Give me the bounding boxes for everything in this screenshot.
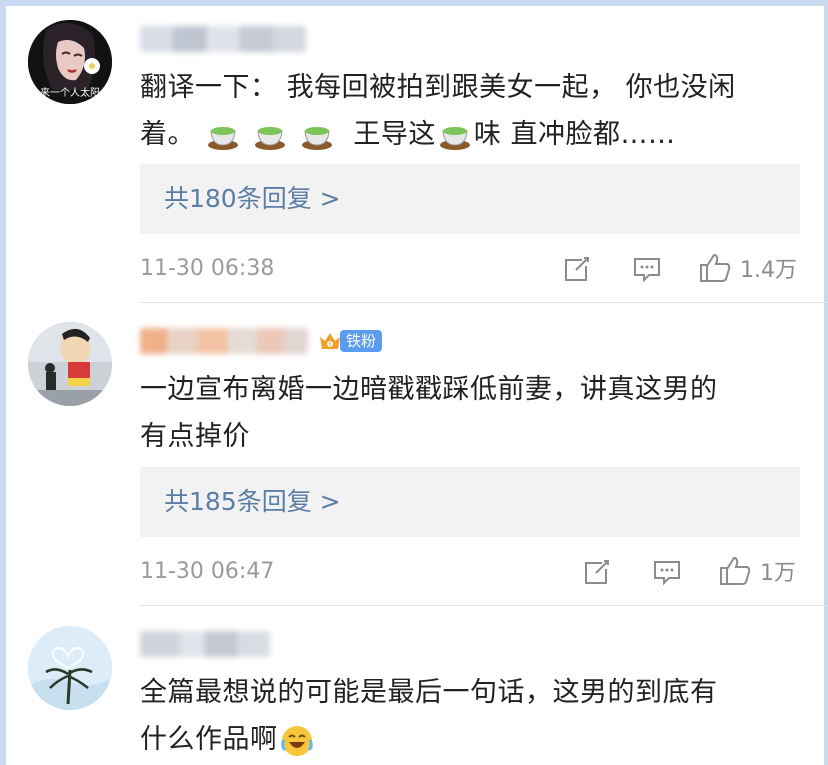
comment-button[interactable] (652, 557, 682, 587)
comment-text-fragment: 什么作品啊 (140, 724, 278, 755)
comment-text: 翻译一下： 我每回被拍到跟美女一起， 你也没闲 着。 王导这 味 直冲脸都…… (140, 64, 812, 158)
comment-divider (140, 605, 828, 606)
username-blurred[interactable] (140, 328, 308, 354)
tea-emoji-icon (439, 126, 470, 150)
view-replies-button[interactable]: 共180条回复 > (140, 164, 800, 234)
comment-text-fragment: 着。 (140, 119, 195, 150)
comment-text-line: 着。 王导这 味 直冲脸都…… (140, 111, 812, 158)
avatar-caption: 来一个人太阳 (40, 88, 100, 99)
view-replies-button[interactable]: 共185条回复 > (140, 467, 800, 537)
comment-text-line: 什么作品啊 (140, 716, 812, 763)
comment-text-line: 有点掉价 (140, 421, 250, 452)
laughing-crying-emoji-icon (280, 725, 313, 756)
share-button[interactable] (582, 557, 612, 587)
comment-text: 全篇最想说的可能是最后一句话，这男的到底有 什么作品啊 (140, 669, 812, 763)
comment-divider (140, 302, 828, 303)
comment-text-fragment: 王导这 (353, 119, 436, 150)
comment-text-line: 一边宣布离婚一边暗戳戳踩低前妻，讲真这男的 (140, 374, 718, 405)
comment-icon (634, 258, 660, 283)
comment-timestamp: 11-30 06:38 (140, 256, 275, 281)
share-icon (565, 257, 589, 281)
tea-emoji-icon (302, 126, 333, 150)
fan-badge-label: 铁粉 (340, 330, 383, 352)
crown-icon: 6 (320, 333, 340, 349)
username-blurred[interactable] (140, 631, 270, 657)
svg-text:6: 6 (328, 342, 331, 348)
comment-button[interactable] (632, 254, 662, 284)
avatar-image (28, 322, 112, 406)
thumbs-up-icon (700, 253, 731, 282)
comment-text: 一边宣布离婚一边暗戳戳踩低前妻，讲真这男的 有点掉价 (140, 366, 812, 460)
tea-emoji-icon (208, 126, 239, 150)
avatar[interactable]: 来一个人太阳 (28, 20, 112, 104)
share-icon (585, 560, 609, 584)
comment-icon (654, 561, 680, 586)
frame-border-left (0, 0, 6, 765)
avatar[interactable] (28, 322, 112, 406)
fan-badge[interactable]: 6 铁粉 (318, 328, 383, 354)
username-blurred[interactable] (140, 26, 306, 52)
frame-border-right (824, 0, 828, 765)
share-button[interactable] (562, 254, 592, 284)
frame-border-top (0, 0, 828, 6)
avatar[interactable] (28, 626, 112, 710)
comment-text-fragment: 味 直冲脸都…… (473, 119, 676, 150)
like-button[interactable]: 1万 (718, 555, 796, 587)
comment-text-line: 全篇最想说的可能是最后一句话，这男的到底有 (140, 677, 718, 708)
thumbs-up-icon (720, 556, 751, 585)
tea-emoji-icon (255, 126, 286, 150)
comment-timestamp: 11-30 06:47 (140, 559, 275, 584)
like-count: 1.4万 (740, 258, 797, 283)
like-button[interactable]: 1.4万 (698, 252, 797, 284)
like-count: 1万 (760, 561, 796, 586)
avatar-image (28, 626, 112, 710)
comment-text-line: 翻译一下： 我每回被拍到跟美女一起， 你也没闲 (140, 72, 736, 103)
